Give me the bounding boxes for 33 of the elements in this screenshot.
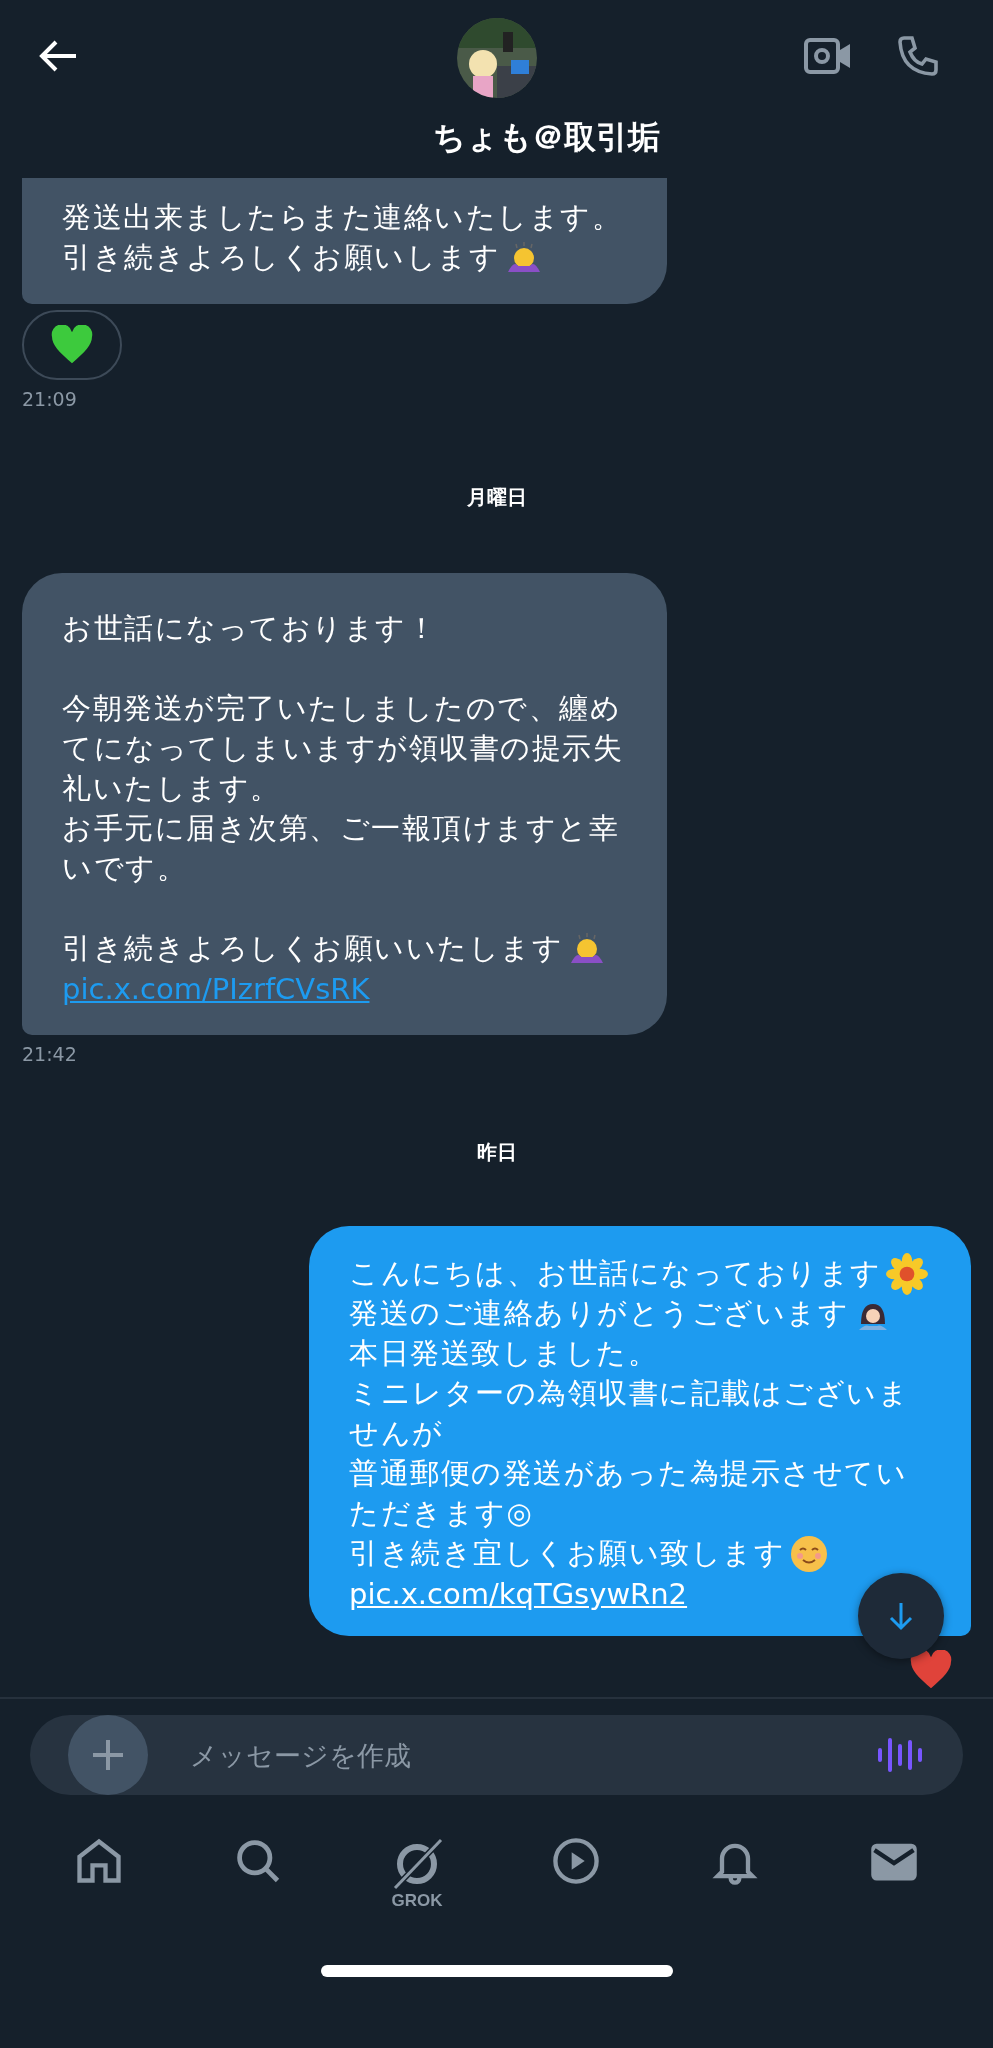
back-arrow-icon [38, 39, 78, 73]
nav-label: GROK [391, 1891, 443, 1911]
message-text: 発送出来ましたらまた連絡いたします。 [62, 199, 622, 236]
message-text: 普通郵便の発送があった為提示させてい [349, 1455, 907, 1492]
nav-tab[interactable]: GROK [377, 1835, 458, 1945]
image-link[interactable]: pic.x.com/kqTGsywRn2 [349, 1577, 688, 1611]
message-text: ミニレターの為領収書に記載はございま [349, 1375, 909, 1412]
message-time: 21:42 [22, 1043, 77, 1065]
image-link[interactable]: pic.x.com/PIzrfCVsRK [62, 972, 370, 1006]
message-text: 引き続きよろしくお願いいたします [62, 930, 563, 967]
message-text: 礼いたします。 [62, 770, 281, 807]
message-input[interactable]: メッセージを作成 [188, 1738, 837, 1772]
date-separator: 昨日 [476, 1139, 517, 1166]
message-time: 21:09 [22, 388, 77, 410]
reaction-pill[interactable] [22, 310, 122, 380]
message-text: ただきます◎ [349, 1495, 534, 1532]
message-text: 本日発送致しました。 [349, 1335, 658, 1372]
message-text: いです。 [62, 850, 187, 887]
contact-name: ちょも＠取引垢 [433, 117, 660, 158]
message-text: お手元に届き次第、ご一報頂けますと幸 [62, 810, 619, 847]
plus-icon [91, 1738, 125, 1772]
message-text: せんが [349, 1415, 444, 1452]
message-text: 引き続きよろしくお願いします [62, 239, 500, 276]
message-text: こんにちは、お世話になっております [349, 1255, 882, 1292]
message-field[interactable]: メッセージを作成 [30, 1715, 963, 1795]
message-text: 今朝発送が完了いたしましたので、纏め [62, 690, 621, 727]
date-separator: 月曜日 [466, 484, 527, 511]
message-text: お世話になっております！ [62, 610, 437, 647]
message-text: てになってしまいますが領収書の提示失 [62, 730, 623, 767]
message-text: 発送のご連絡ありがとうございます [349, 1295, 849, 1332]
down-arrow-icon [887, 1601, 915, 1631]
video-camera-icon [803, 35, 853, 77]
message-text: 引き続き宜しくお願い致します [349, 1535, 785, 1572]
